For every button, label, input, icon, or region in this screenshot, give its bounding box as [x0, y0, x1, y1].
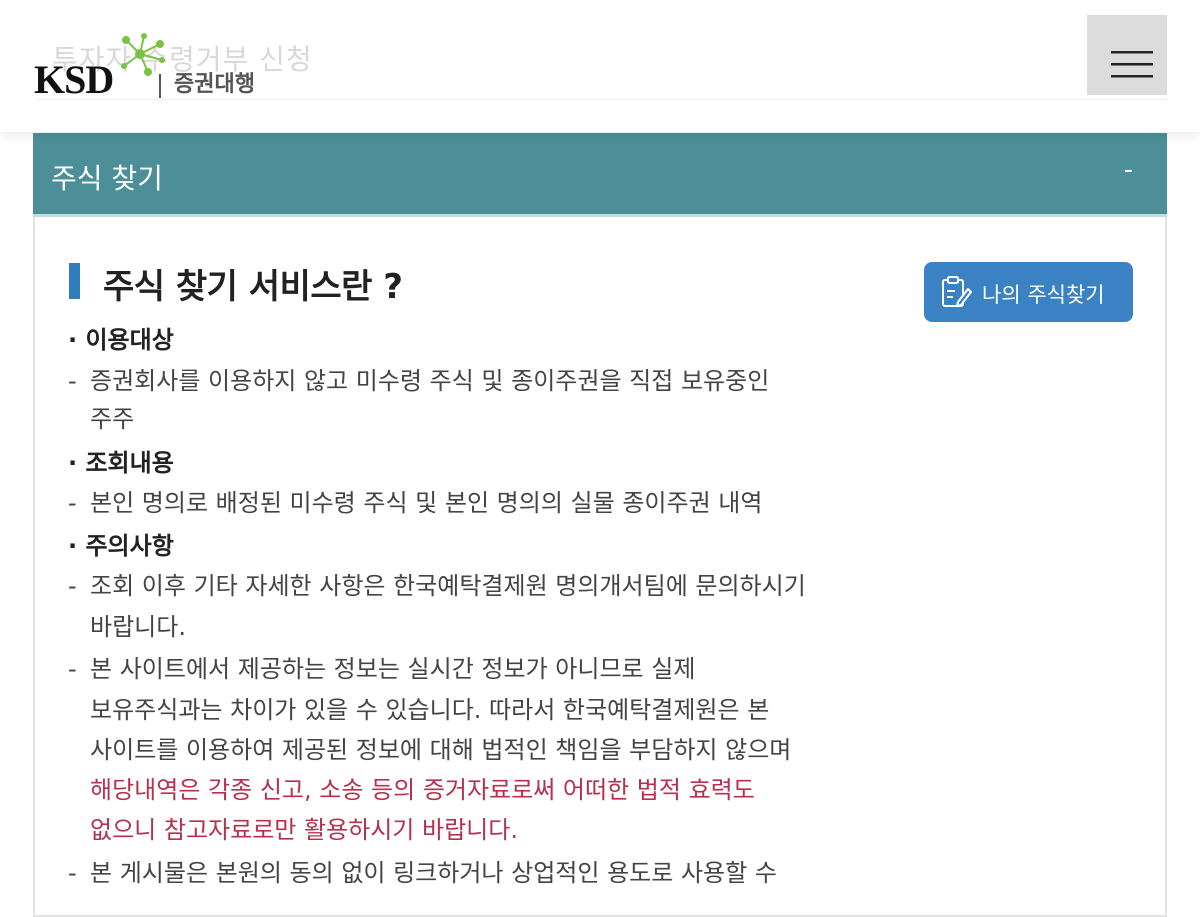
target-users-line: 주주: [90, 405, 135, 433]
logo-divider: [159, 74, 161, 98]
clipboard-edit-icon: [942, 276, 972, 307]
section-content: 주식 찾기 서비스란 ? 나의 주식찾기 · 이용대상 - 증권회사를 이용하지…: [33, 217, 1167, 917]
category-label-inquiry-content: · 조회내용: [68, 449, 174, 477]
menu-button[interactable]: [1087, 15, 1167, 95]
inquiry-content-line: 본인 명의로 배정된 미수령 주식 및 본인 명의의 실물 종이주권 내역: [90, 489, 763, 517]
list-dash: -: [68, 859, 77, 887]
target-users-line: 증권회사를 이용하지 않고 미수령 주식 및 종이주권을 직접 보유중인: [90, 367, 770, 395]
caution-warning-line: 해당내역은 각종 신고, 소송 등의 증거자료로써 어떠한 법적 효력도: [90, 776, 755, 804]
section-title: 주식 찾기: [51, 162, 163, 195]
caution-line: 사이트를 이용하여 제공된 정보에 대해 법적인 책임을 부담하지 않으며: [90, 736, 792, 764]
content-heading: 주식 찾기 서비스란 ?: [103, 267, 403, 307]
collapse-toggle[interactable]: -: [1124, 155, 1133, 185]
list-dash: -: [68, 367, 77, 395]
caution-line: 보유주식과는 차이가 있을 수 있습니다. 따라서 한국예탁결제원은 본: [90, 696, 770, 724]
caution-line: 조회 이후 기타 자세한 사항은 한국예탁결제원 명의개서팀에 문의하시기: [90, 572, 806, 600]
heading-accent-bar: [69, 263, 80, 299]
menu-icon: [1111, 51, 1153, 78]
my-stock-search-button[interactable]: 나의 주식찾기: [924, 262, 1133, 322]
logo-text: KSD: [34, 57, 114, 102]
list-dash: -: [68, 572, 77, 600]
ksd-logo[interactable]: KSD 증권대행: [34, 30, 304, 102]
site-header: 투자자 수령거부 신청 KSD 증권대행: [0, 0, 1200, 132]
caution-line: 바랍니다.: [90, 613, 186, 641]
caution-line: 본 게시물은 본원의 동의 없이 링크하거나 상업적인 용도로 사용할 수: [90, 859, 777, 887]
caution-warning-line: 없으니 참고자료로만 활용하시기 바랍니다.: [90, 816, 518, 844]
caution-line: 본 사이트에서 제공하는 정보는 실시간 정보가 아니므로 실제: [90, 655, 696, 683]
category-label-target-users: · 이용대상: [68, 326, 174, 354]
my-stock-search-label: 나의 주식찾기: [982, 283, 1105, 307]
ksd-molecule-icon: [121, 33, 165, 76]
list-dash: -: [68, 489, 77, 517]
category-label-cautions: · 주의사항: [68, 532, 174, 560]
logo-subtitle: 증권대행: [174, 72, 255, 97]
section-header-stock-search[interactable]: 주식 찾기 -: [33, 133, 1167, 217]
list-dash: -: [68, 655, 77, 683]
